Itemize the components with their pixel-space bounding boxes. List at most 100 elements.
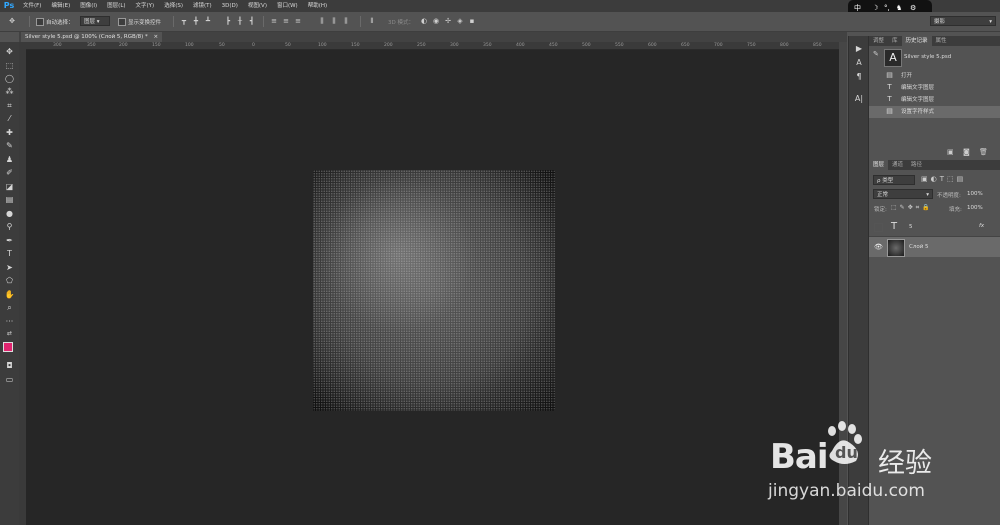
shape-tool-icon[interactable]: ⬠ [4, 275, 15, 286]
tab-paths[interactable]: 路径 [907, 160, 926, 170]
layer-row[interactable]: T 5 fx [869, 218, 1000, 237]
distribute-hcenter-icon[interactable]: ⫼ [330, 17, 338, 25]
hand-tool-icon[interactable]: ✋ [4, 289, 15, 300]
distribute-bottom-icon[interactable]: ≡ [294, 17, 302, 25]
layer-filter-icons[interactable]: ▣◐T⬚▤ [921, 175, 966, 183]
3d-scale-icon[interactable]: ▪ [468, 17, 476, 25]
menu-layer[interactable]: 图层(L) [102, 0, 130, 12]
lasso-tool-icon[interactable]: ◯ [4, 73, 15, 84]
lock-icons[interactable]: ⬚✎✥⌗🔒 [891, 204, 933, 212]
distribute-left-icon[interactable]: ⫼ [318, 17, 326, 25]
menu-window[interactable]: 窗口(W) [272, 0, 303, 12]
pen-tool-icon[interactable]: ✒ [4, 235, 15, 246]
brush-source-icon[interactable]: ✎ [873, 50, 881, 60]
quick-mask-icon[interactable]: ◘ [4, 360, 15, 371]
foreground-color-swatch[interactable] [3, 342, 13, 352]
character-panel-icon[interactable]: A [854, 58, 864, 68]
align-top-icon[interactable]: ┳ [180, 17, 188, 25]
marquee-tool-icon[interactable]: ⬚ [4, 60, 15, 71]
history-brush-tool-icon[interactable]: ✐ [4, 167, 15, 178]
clone-stamp-tool-icon[interactable]: ♟ [4, 154, 15, 165]
show-transform-checkbox[interactable] [118, 18, 126, 26]
auto-align-icon[interactable]: ⫴ [368, 17, 376, 25]
healing-brush-tool-icon[interactable]: ✚ [4, 127, 15, 138]
type-tool-icon[interactable]: T [4, 248, 15, 259]
workspace-switcher[interactable]: 摄影 ▾ [930, 16, 996, 26]
quick-select-tool-icon[interactable]: ⁂ [4, 86, 15, 97]
zoom-tool-icon[interactable]: ⌕ [4, 302, 15, 313]
history-state[interactable]: ▤ 打开 [869, 70, 1000, 82]
layer-row-selected[interactable]: 👁 Слой 5 [869, 237, 1000, 257]
ruler-tick: 300 [53, 43, 62, 48]
3d-pan-icon[interactable]: ✢ [444, 17, 452, 25]
tab-libraries[interactable]: 库 [888, 36, 902, 46]
auto-select-checkbox[interactable] [36, 18, 44, 26]
fill-input[interactable]: 100% [967, 205, 983, 211]
screen-mode-icon[interactable]: ▭ [4, 374, 15, 385]
tab-layers[interactable]: 图层 [869, 160, 889, 170]
distribute-vcenter-icon[interactable]: ≡ [282, 17, 290, 25]
move-tool-icon[interactable]: ✥ [8, 17, 16, 25]
tab-channels[interactable]: 通道 [888, 160, 907, 170]
distribute-top-icon[interactable]: ≡ [270, 17, 278, 25]
gradient-tool-icon[interactable]: ▤ [4, 194, 15, 205]
align-left-icon[interactable]: ┣ [224, 17, 232, 25]
opacity-input[interactable]: 100% [967, 191, 983, 197]
menu-file[interactable]: 文件(F) [18, 0, 46, 12]
document-canvas[interactable] [313, 170, 555, 411]
paragraph-panel-icon[interactable]: ¶ [854, 72, 864, 82]
close-tab-icon[interactable]: × [154, 34, 159, 40]
move-tool-icon[interactable]: ✥ [4, 46, 15, 57]
history-state-label: 设置字符样式 [901, 109, 935, 115]
align-vcenter-icon[interactable]: ╋ [192, 17, 200, 25]
align-bottom-icon[interactable]: ┻ [204, 17, 212, 25]
delete-state-icon[interactable]: 🗑 [979, 148, 988, 156]
document-tab[interactable]: Silver style 5.psd @ 100% (Слой 5, RGB/8… [21, 32, 163, 42]
menu-filter[interactable]: 滤镜(T) [188, 0, 217, 12]
eyedropper-tool-icon[interactable]: ⁄ [4, 113, 15, 124]
menu-image[interactable]: 图像(I) [75, 0, 102, 12]
ruler-tick: 650 [681, 43, 690, 48]
snapshot-thumbnail[interactable]: A [884, 49, 902, 67]
3d-rotate-icon[interactable]: ◐ [420, 17, 428, 25]
document-tab-bar: Silver style 5.psd @ 100% (Слой 5, RGB/8… [19, 32, 847, 42]
visibility-toggle[interactable] [874, 223, 883, 232]
ruler-tick: 100 [318, 43, 327, 48]
auto-select-dropdown[interactable]: 图层 ▾ [80, 16, 110, 26]
dodge-tool-icon[interactable]: ⚲ [4, 221, 15, 232]
3d-roll-icon[interactable]: ◉ [432, 17, 440, 25]
tab-history[interactable]: 历史记录 [901, 36, 932, 46]
ruler-tick: 50 [285, 43, 291, 48]
menu-3d[interactable]: 3D(D) [217, 0, 243, 12]
workspace-value: 摄影 [934, 19, 946, 25]
menu-edit[interactable]: 编辑(E) [46, 0, 75, 12]
new-snapshot-icon[interactable]: ◙ [963, 148, 970, 156]
glyphs-panel-icon[interactable]: A| [854, 94, 864, 104]
layer-filter-dropdown[interactable]: ρ 类型 [873, 175, 915, 185]
new-document-from-state-icon[interactable]: ▣ [947, 148, 954, 156]
path-selection-tool-icon[interactable]: ➤ [4, 262, 15, 273]
play-action-icon[interactable]: ▶ [854, 44, 864, 54]
eye-icon[interactable]: 👁 [874, 243, 883, 251]
more-tools-icon[interactable]: ··· [4, 316, 15, 327]
menu-view[interactable]: 视图(V) [243, 0, 272, 12]
3d-slide-icon[interactable]: ◈ [456, 17, 464, 25]
align-hcenter-icon[interactable]: ╂ [236, 17, 244, 25]
blur-tool-icon[interactable]: ● [4, 208, 15, 219]
layer-effects-icon[interactable]: fx [979, 223, 984, 229]
tab-adjustments[interactable]: 调整 [869, 36, 888, 46]
align-right-icon[interactable]: ┫ [248, 17, 256, 25]
brush-tool-icon[interactable]: ✎ [4, 140, 15, 151]
history-state[interactable]: T 编辑文字图层 [869, 82, 1000, 94]
tab-properties[interactable]: 属性 [932, 36, 951, 46]
menu-type[interactable]: 文字(Y) [131, 0, 160, 12]
eraser-tool-icon[interactable]: ◪ [4, 181, 15, 192]
history-state-selected[interactable]: ▤ 设置字符样式 [869, 106, 1000, 118]
history-state[interactable]: T 编辑文字图层 [869, 94, 1000, 106]
swap-colors-icon[interactable]: ⇄ [4, 328, 15, 339]
menu-select[interactable]: 选择(S) [159, 0, 188, 12]
crop-tool-icon[interactable]: ⌗ [4, 100, 15, 111]
menu-help[interactable]: 帮助(H) [303, 0, 332, 12]
blend-mode-dropdown[interactable]: 正常 ▾ [873, 189, 933, 199]
distribute-right-icon[interactable]: ⫼ [342, 17, 350, 25]
